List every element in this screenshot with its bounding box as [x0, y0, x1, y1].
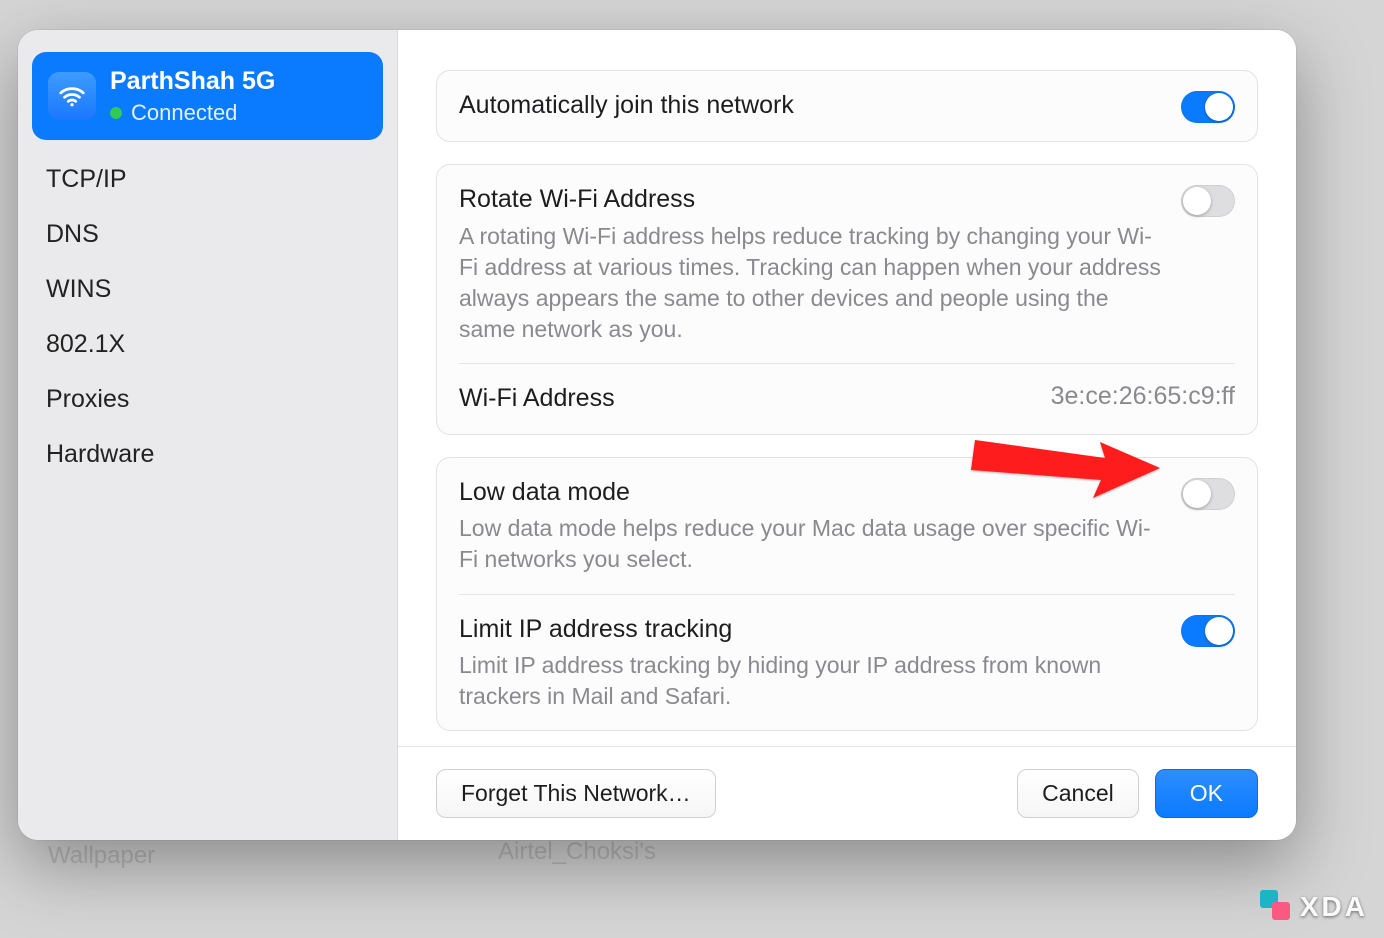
sidebar-item-label: DNS: [46, 220, 99, 248]
wifi-address-title: Wi-Fi Address: [459, 382, 1033, 416]
low-data-desc: Low data mode helps reduce your Mac data…: [459, 513, 1163, 575]
sidebar-item-network[interactable]: ParthShah 5G Connected: [32, 52, 383, 140]
sidebar-item-label: WINS: [46, 275, 111, 303]
limit-ip-toggle[interactable]: [1181, 615, 1235, 647]
sidebar-item-dns[interactable]: DNS: [32, 207, 383, 262]
dialog-footer: Forget This Network… Cancel OK: [398, 746, 1296, 840]
ok-button[interactable]: OK: [1155, 769, 1258, 818]
sidebar-item-label: 802.1X: [46, 330, 125, 358]
rotate-address-toggle[interactable]: [1181, 185, 1235, 217]
auto-join-toggle[interactable]: [1181, 91, 1235, 123]
network-status: Connected: [131, 100, 237, 126]
limit-ip-title: Limit IP address tracking: [459, 613, 1163, 647]
network-name: ParthShah 5G: [110, 66, 275, 96]
limit-ip-desc: Limit IP address tracking by hiding your…: [459, 650, 1163, 712]
settings-scroll-area[interactable]: Automatically join this network Rotate W…: [398, 30, 1296, 746]
button-label: Cancel: [1042, 780, 1114, 806]
network-settings-dialog: ParthShah 5G Connected TCP/IP DNS WINS 8…: [18, 30, 1296, 840]
wifi-address-value: 3e:ce:26:65:c9:ff: [1051, 382, 1235, 411]
status-dot-icon: [110, 107, 122, 119]
watermark: XDA: [1260, 890, 1368, 924]
low-data-title: Low data mode: [459, 476, 1163, 510]
cancel-button[interactable]: Cancel: [1017, 769, 1139, 818]
sidebar-item-label: Proxies: [46, 385, 129, 413]
rotate-address-title: Rotate Wi-Fi Address: [459, 183, 1163, 217]
forget-network-button[interactable]: Forget This Network…: [436, 769, 716, 818]
group-wifi-address: Rotate Wi-Fi Address A rotating Wi-Fi ad…: [436, 164, 1258, 435]
dialog-sidebar: ParthShah 5G Connected TCP/IP DNS WINS 8…: [18, 30, 398, 840]
sidebar-item-hardware[interactable]: Hardware: [32, 427, 383, 482]
sidebar-item-wins[interactable]: WINS: [32, 262, 383, 317]
watermark-icon: [1260, 890, 1294, 924]
watermark-text: XDA: [1300, 891, 1368, 923]
group-auto-join: Automatically join this network: [436, 70, 1258, 142]
sidebar-item-8021x[interactable]: 802.1X: [32, 317, 383, 372]
group-data-privacy: Low data mode Low data mode helps reduce…: [436, 457, 1258, 732]
button-label: Forget This Network…: [461, 780, 691, 806]
sidebar-item-label: Hardware: [46, 440, 154, 468]
wifi-icon: [48, 72, 96, 120]
sidebar-item-proxies[interactable]: Proxies: [32, 372, 383, 427]
button-label: OK: [1190, 780, 1223, 806]
auto-join-title: Automatically join this network: [459, 89, 1163, 123]
sidebar-item-label: TCP/IP: [46, 165, 127, 193]
sidebar-item-tcpip[interactable]: TCP/IP: [32, 152, 383, 207]
low-data-toggle[interactable]: [1181, 478, 1235, 510]
rotate-address-desc: A rotating Wi-Fi address helps reduce tr…: [459, 221, 1163, 345]
dialog-main: Automatically join this network Rotate W…: [398, 30, 1296, 840]
